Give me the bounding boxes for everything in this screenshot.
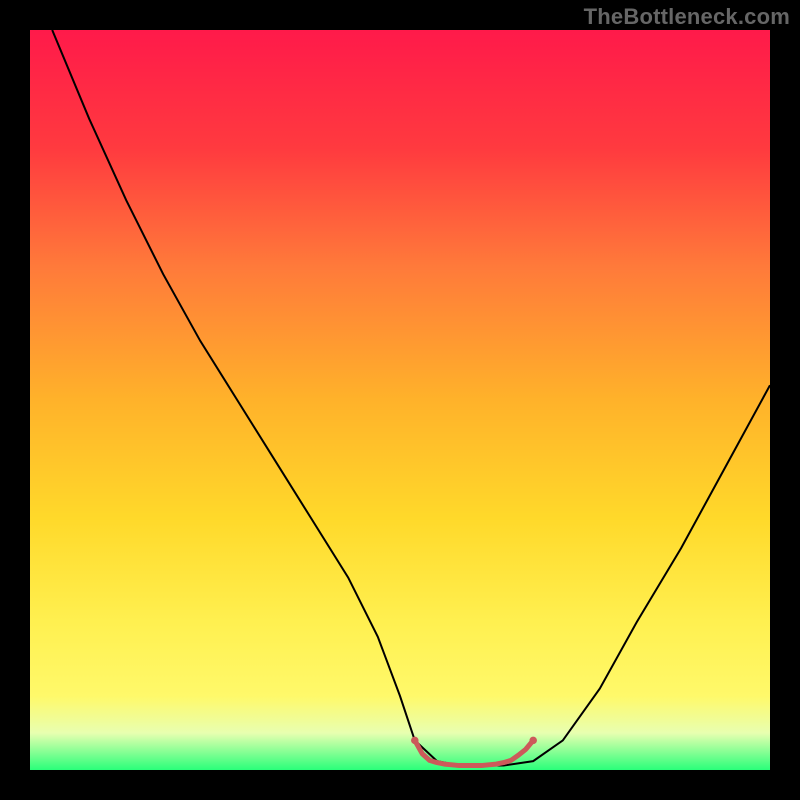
plot-area — [30, 30, 770, 770]
chart-container: TheBottleneck.com — [0, 0, 800, 800]
optimal-marker-endpoint — [529, 737, 537, 745]
optimal-marker-endpoint — [411, 737, 419, 745]
watermark-text: TheBottleneck.com — [584, 4, 790, 30]
chart-svg — [30, 30, 770, 770]
gradient-background — [30, 30, 770, 770]
